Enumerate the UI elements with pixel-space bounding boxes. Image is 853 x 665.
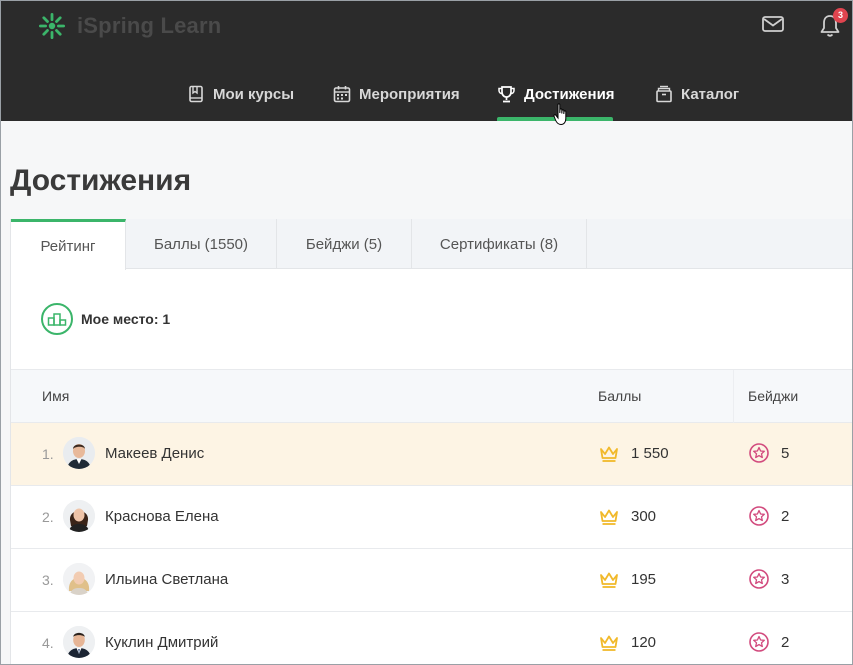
notification-count-badge: 3 [833, 8, 848, 23]
column-header-badges[interactable]: Бейджи [748, 388, 798, 404]
logo-text: iSpring Learn [77, 13, 222, 38]
column-header-name[interactable]: Имя [42, 388, 69, 404]
table-row[interactable]: 3. Ильина Светлана 195 3 [11, 549, 852, 612]
nav-item-my-courses[interactable]: Мои курсы [187, 77, 294, 111]
mail-icon [762, 16, 784, 32]
achievements-tabs: Рейтинг Баллы (1550) Бейджи (5) Сертифик… [11, 219, 852, 270]
achievements-card: Рейтинг Баллы (1550) Бейджи (5) Сертифик… [10, 219, 852, 664]
notifications-button[interactable]: 3 [818, 8, 848, 39]
top-header: iSpring Learn 3 Мои курсы Мероприятия До… [1, 1, 852, 126]
points-value: 195 [631, 571, 657, 588]
crown-icon [600, 446, 618, 462]
column-header-points[interactable]: Баллы [598, 388, 641, 404]
badge-star-icon [749, 506, 769, 526]
badge-star-icon [749, 569, 769, 589]
book-icon [189, 85, 203, 103]
nav-label-events: Мероприятия [359, 85, 460, 103]
crown-icon [600, 635, 618, 651]
badges-value: 2 [781, 508, 790, 525]
my-place: Мое место: 1 [41, 303, 170, 335]
mail-button[interactable] [761, 13, 787, 37]
rank-number: 4. [42, 635, 54, 651]
avatar[interactable] [63, 626, 95, 658]
ispring-logo-icon [39, 13, 65, 39]
nav-label-my-courses: Мои курсы [213, 85, 295, 103]
column-divider [733, 370, 734, 424]
podium-icon [41, 303, 73, 335]
badges-value: 2 [781, 634, 790, 651]
badge-star-icon [749, 443, 769, 463]
table-header: Имя Баллы Бейджи [11, 369, 852, 424]
points-value: 120 [631, 634, 657, 651]
table-row[interactable]: 4. Куклин Дмитрий 120 2 [11, 612, 852, 664]
crown-icon [600, 509, 618, 525]
user-name[interactable]: Макеев Денис [105, 445, 204, 462]
calendar-icon [333, 86, 351, 103]
avatar[interactable] [63, 563, 95, 595]
badges-value: 3 [781, 571, 790, 588]
tab-points[interactable]: Баллы (1550) [126, 219, 277, 269]
rank-number: 3. [42, 572, 54, 588]
crown-icon [600, 572, 618, 588]
points-value: 1 550 [631, 445, 669, 462]
nav-label-achievements: Достижения [524, 85, 615, 103]
hand-cursor-icon [553, 103, 567, 126]
rank-number: 1. [42, 446, 54, 462]
badges-value: 5 [781, 445, 790, 462]
avatar[interactable] [63, 500, 95, 532]
tab-badges[interactable]: Бейджи (5) [277, 219, 412, 269]
table-row[interactable]: 2. Краснова Елена 300 2 [11, 486, 852, 549]
rank-number: 2. [42, 509, 54, 525]
app-window: iSpring Learn 3 Мои курсы Мероприятия До… [0, 0, 853, 665]
tab-rating[interactable]: Рейтинг [11, 219, 126, 270]
user-name[interactable]: Ильина Светлана [105, 571, 228, 588]
table-row[interactable]: 1. Макеев Денис 1 550 5 [11, 423, 852, 486]
user-name[interactable]: Куклин Дмитрий [105, 634, 218, 651]
tab-certificates[interactable]: Сертификаты (8) [412, 219, 587, 269]
main-navigation: Мои курсы Мероприятия Достижения Каталог [1, 71, 852, 121]
my-place-label: Мое место: 1 [81, 311, 171, 327]
user-name[interactable]: Краснова Елена [105, 508, 219, 525]
catalog-box-icon [656, 85, 672, 103]
nav-label-catalog: Каталог [681, 85, 740, 103]
nav-item-events[interactable]: Мероприятия [333, 77, 460, 111]
avatar[interactable] [63, 437, 95, 469]
badge-star-icon [749, 632, 769, 652]
page-title: Достижения [10, 164, 192, 197]
points-value: 300 [631, 508, 657, 525]
nav-item-catalog[interactable]: Каталог [655, 77, 739, 111]
trophy-icon [498, 85, 515, 102]
logo[interactable]: iSpring Learn [37, 11, 221, 41]
